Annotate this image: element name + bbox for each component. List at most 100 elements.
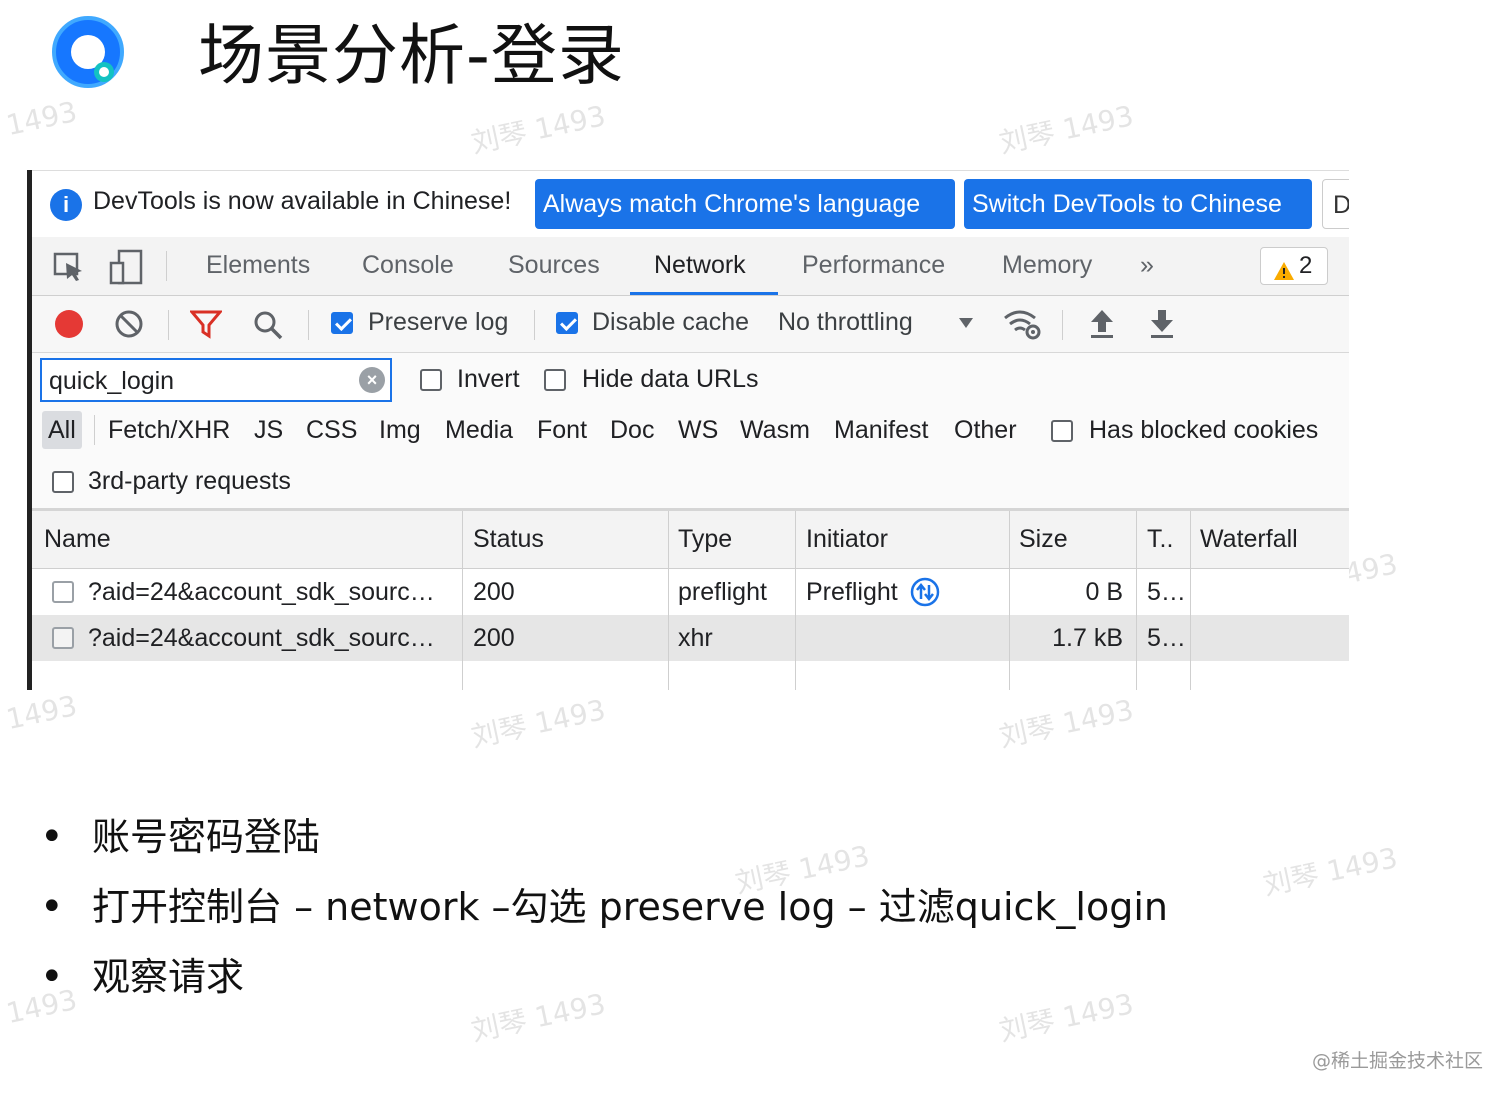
tab-console[interactable]: Console <box>362 251 454 280</box>
type-filter-all[interactable]: All <box>48 416 76 445</box>
type-filter-other[interactable]: Other <box>954 416 1017 445</box>
upload-icon[interactable] <box>1088 308 1116 345</box>
bullet-item: 观察请求 <box>40 942 1168 1012</box>
device-toolbar-icon[interactable] <box>108 249 144 290</box>
watermark: 刘琴 1493 <box>468 693 609 754</box>
disable-cache-checkbox[interactable] <box>556 312 578 334</box>
type-filter-ws[interactable]: WS <box>678 416 718 445</box>
column-divider[interactable] <box>1190 511 1191 690</box>
column-waterfall[interactable]: Waterfall <box>1200 525 1298 554</box>
column-initiator[interactable]: Initiator <box>806 525 888 554</box>
watermark: 1493 <box>3 94 80 143</box>
inspect-element-icon[interactable] <box>52 249 86 288</box>
type-filter-font[interactable]: Font <box>537 416 587 445</box>
column-divider[interactable] <box>462 511 463 690</box>
type-filter-doc[interactable]: Doc <box>610 416 654 445</box>
table-row[interactable]: ?aid=24&account_sdk_sourc… 200 xhr 1.7 k… <box>32 615 1349 661</box>
search-icon[interactable] <box>252 309 284 346</box>
column-divider[interactable] <box>668 511 669 690</box>
dont-show-again-button[interactable]: D <box>1322 179 1349 229</box>
watermark: 1493 <box>3 688 80 737</box>
row-checkbox[interactable] <box>52 627 74 649</box>
always-match-language-button[interactable]: Always match Chrome's language <box>535 179 955 229</box>
tab-performance[interactable]: Performance <box>802 251 945 280</box>
record-icon[interactable] <box>54 309 84 344</box>
bullet-item: 打开控制台 – network –勾选 preserve log – 过滤qui… <box>40 872 1168 942</box>
filter-icon[interactable] <box>188 309 224 344</box>
column-time[interactable]: T.. <box>1147 525 1173 554</box>
filter-bar: quick_login × Invert Hide data URLs All … <box>32 353 1349 511</box>
preserve-log-checkbox[interactable] <box>331 312 353 334</box>
column-divider[interactable] <box>1009 511 1010 690</box>
watermark: 刘琴 1493 <box>468 99 609 160</box>
devtools-tabbar: Elements Console Sources Network Perform… <box>32 237 1349 296</box>
type-filter-js[interactable]: JS <box>254 416 283 445</box>
row-name: ?aid=24&account_sdk_sourc… <box>88 624 435 652</box>
info-icon: i <box>50 189 82 221</box>
wifi-settings-icon[interactable] <box>1002 308 1042 345</box>
source-credit: @稀土掘金技术社区 <box>1311 1050 1483 1072</box>
preserve-log-label: Preserve log <box>368 308 509 336</box>
column-status[interactable]: Status <box>473 525 544 554</box>
row-type: xhr <box>678 624 713 652</box>
bullet-item: 账号密码登陆 <box>40 802 1168 872</box>
row-time: 5… <box>1147 624 1186 652</box>
hide-data-urls-label: Hide data URLs <box>582 365 759 393</box>
type-filter-manifest[interactable]: Manifest <box>834 416 928 445</box>
watermark: 刘琴 1493 <box>1260 841 1401 902</box>
clear-filter-icon[interactable]: × <box>359 367 385 393</box>
type-filter-fetch-xhr[interactable]: Fetch/XHR <box>108 416 230 445</box>
invert-label: Invert <box>457 365 520 393</box>
column-divider[interactable] <box>1136 511 1137 690</box>
warning-icon <box>1273 256 1295 292</box>
row-size: 0 B <box>1085 578 1123 606</box>
watermark: 刘琴 1493 <box>996 99 1137 160</box>
tab-memory[interactable]: Memory <box>1002 251 1092 280</box>
filter-input[interactable]: quick_login × <box>40 358 392 402</box>
warning-count: 2 <box>1299 252 1313 279</box>
download-icon[interactable] <box>1148 308 1176 345</box>
type-filter-css[interactable]: CSS <box>306 416 357 445</box>
tab-sources[interactable]: Sources <box>508 251 600 280</box>
row-checkbox[interactable] <box>52 581 74 603</box>
type-filter-media[interactable]: Media <box>445 416 513 445</box>
disable-cache-label: Disable cache <box>592 308 750 336</box>
column-type[interactable]: Type <box>678 525 732 554</box>
switch-to-chinese-button[interactable]: Switch DevTools to Chinese <box>964 179 1312 229</box>
tab-elements[interactable]: Elements <box>206 251 310 280</box>
row-status: 200 <box>473 624 515 652</box>
row-type: preflight <box>678 578 767 606</box>
infobar-message: DevTools is now available in Chinese! <box>93 187 512 215</box>
watermark: 刘琴 1493 <box>996 693 1137 754</box>
third-party-checkbox[interactable] <box>52 471 74 493</box>
clear-icon[interactable] <box>114 309 144 344</box>
network-toolbar: Preserve log Disable cache No throttling <box>32 296 1349 353</box>
active-tab-indicator <box>630 292 778 295</box>
column-name[interactable]: Name <box>44 525 111 554</box>
type-filter-img[interactable]: Img <box>379 416 421 445</box>
blocked-cookies-label: Has blocked cookies <box>1089 416 1319 444</box>
slide-title: 场景分析-登录 <box>198 17 625 94</box>
type-filter-wasm[interactable]: Wasm <box>740 416 810 445</box>
table-row[interactable]: ?aid=24&account_sdk_sourc… 200 preflight… <box>32 569 1349 616</box>
chevron-down-icon[interactable] <box>958 316 974 334</box>
devtools-panel: i DevTools is now available in Chinese! … <box>27 170 1349 690</box>
warnings-badge[interactable]: 2 <box>1260 247 1328 285</box>
requests-table-header: Name Status Type Initiator Size T.. Wate… <box>32 511 1349 569</box>
row-name: ?aid=24&account_sdk_sourc… <box>88 578 435 606</box>
more-tabs-chevron-icon[interactable]: » <box>1140 251 1154 280</box>
hide-data-urls-checkbox[interactable] <box>544 369 566 391</box>
invert-checkbox[interactable] <box>420 369 442 391</box>
column-size[interactable]: Size <box>1019 525 1068 554</box>
blocked-cookies-checkbox[interactable] <box>1051 420 1073 442</box>
throttling-select[interactable]: No throttling <box>778 308 913 337</box>
filter-input-value: quick_login <box>49 367 175 395</box>
row-size: 1.7 kB <box>1052 624 1123 652</box>
bullet-list: 账号密码登陆 打开控制台 – network –勾选 preserve log … <box>40 802 1168 1012</box>
third-party-label: 3rd-party requests <box>88 467 291 495</box>
tab-network[interactable]: Network <box>654 251 746 280</box>
preflight-icon[interactable] <box>910 577 940 612</box>
row-time: 5… <box>1147 578 1186 606</box>
column-divider[interactable] <box>795 511 796 690</box>
row-initiator[interactable]: Preflight <box>806 578 898 607</box>
